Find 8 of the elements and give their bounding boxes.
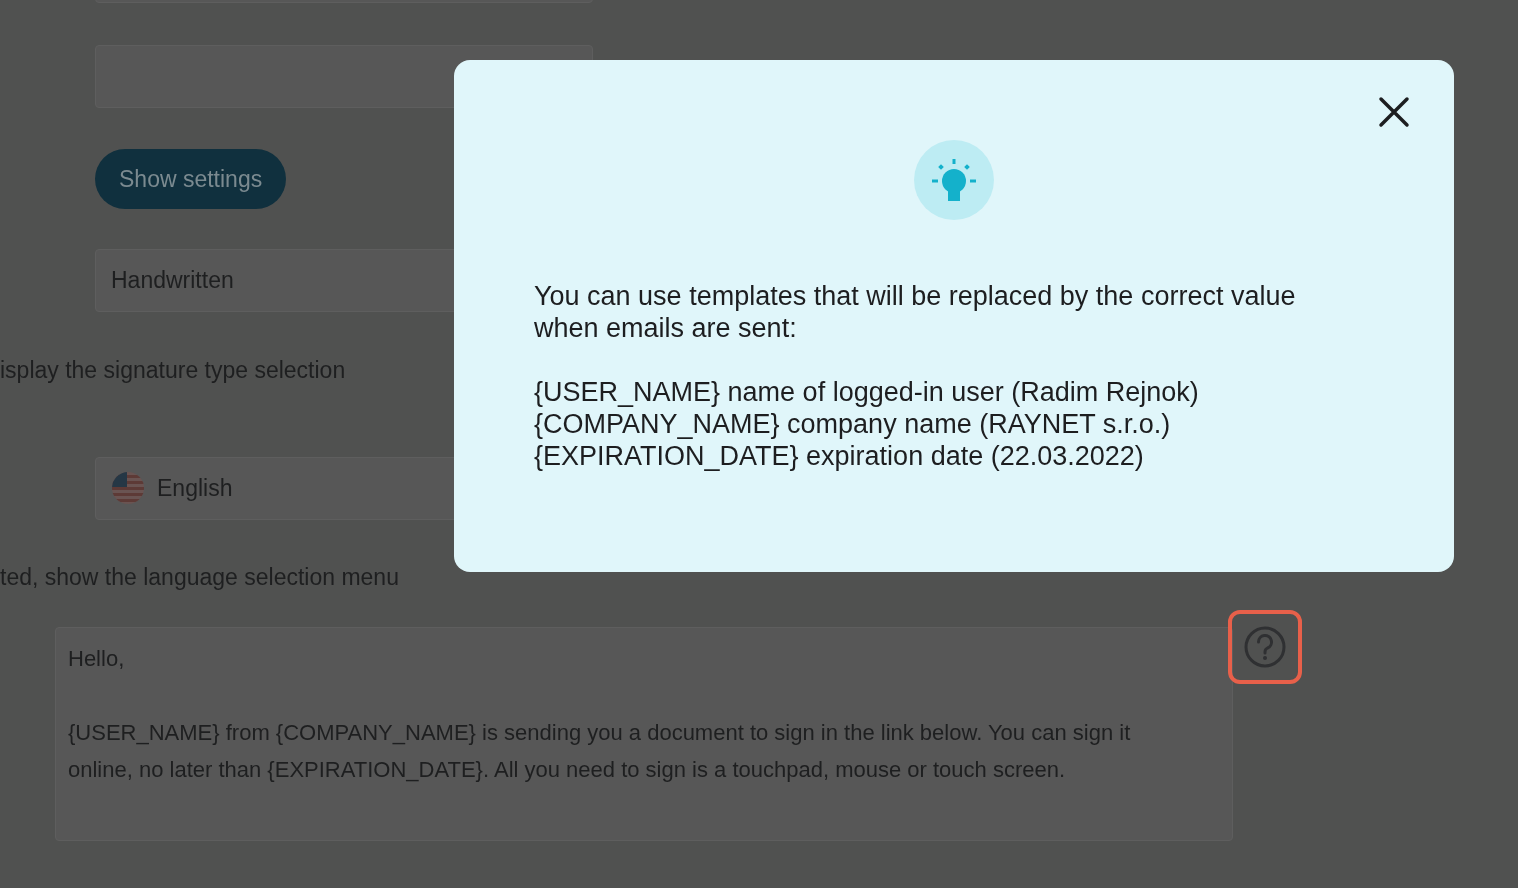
help-icon xyxy=(1243,625,1287,669)
template-line: {COMPANY_NAME} company name (RAYNET s.r.o.) xyxy=(534,408,1172,440)
lightbulb-icon xyxy=(914,140,994,220)
flag-icon xyxy=(111,471,145,505)
settings-button[interactable]: Show settings xyxy=(95,149,287,209)
template-line: {USER_NAME} name of logged-in user (Radim Rejnok) xyxy=(534,376,1200,408)
help-button[interactable] xyxy=(1228,610,1302,684)
message-field[interactable]: Hello, {USER_NAME} from {COMPANY_NAME} is sending you a document to sign in the link below. You can sign it online, no later than {EXPIRATION_DATE}. All you need to sign is a touchpad, mouse or touch screen. xyxy=(55,627,1233,841)
